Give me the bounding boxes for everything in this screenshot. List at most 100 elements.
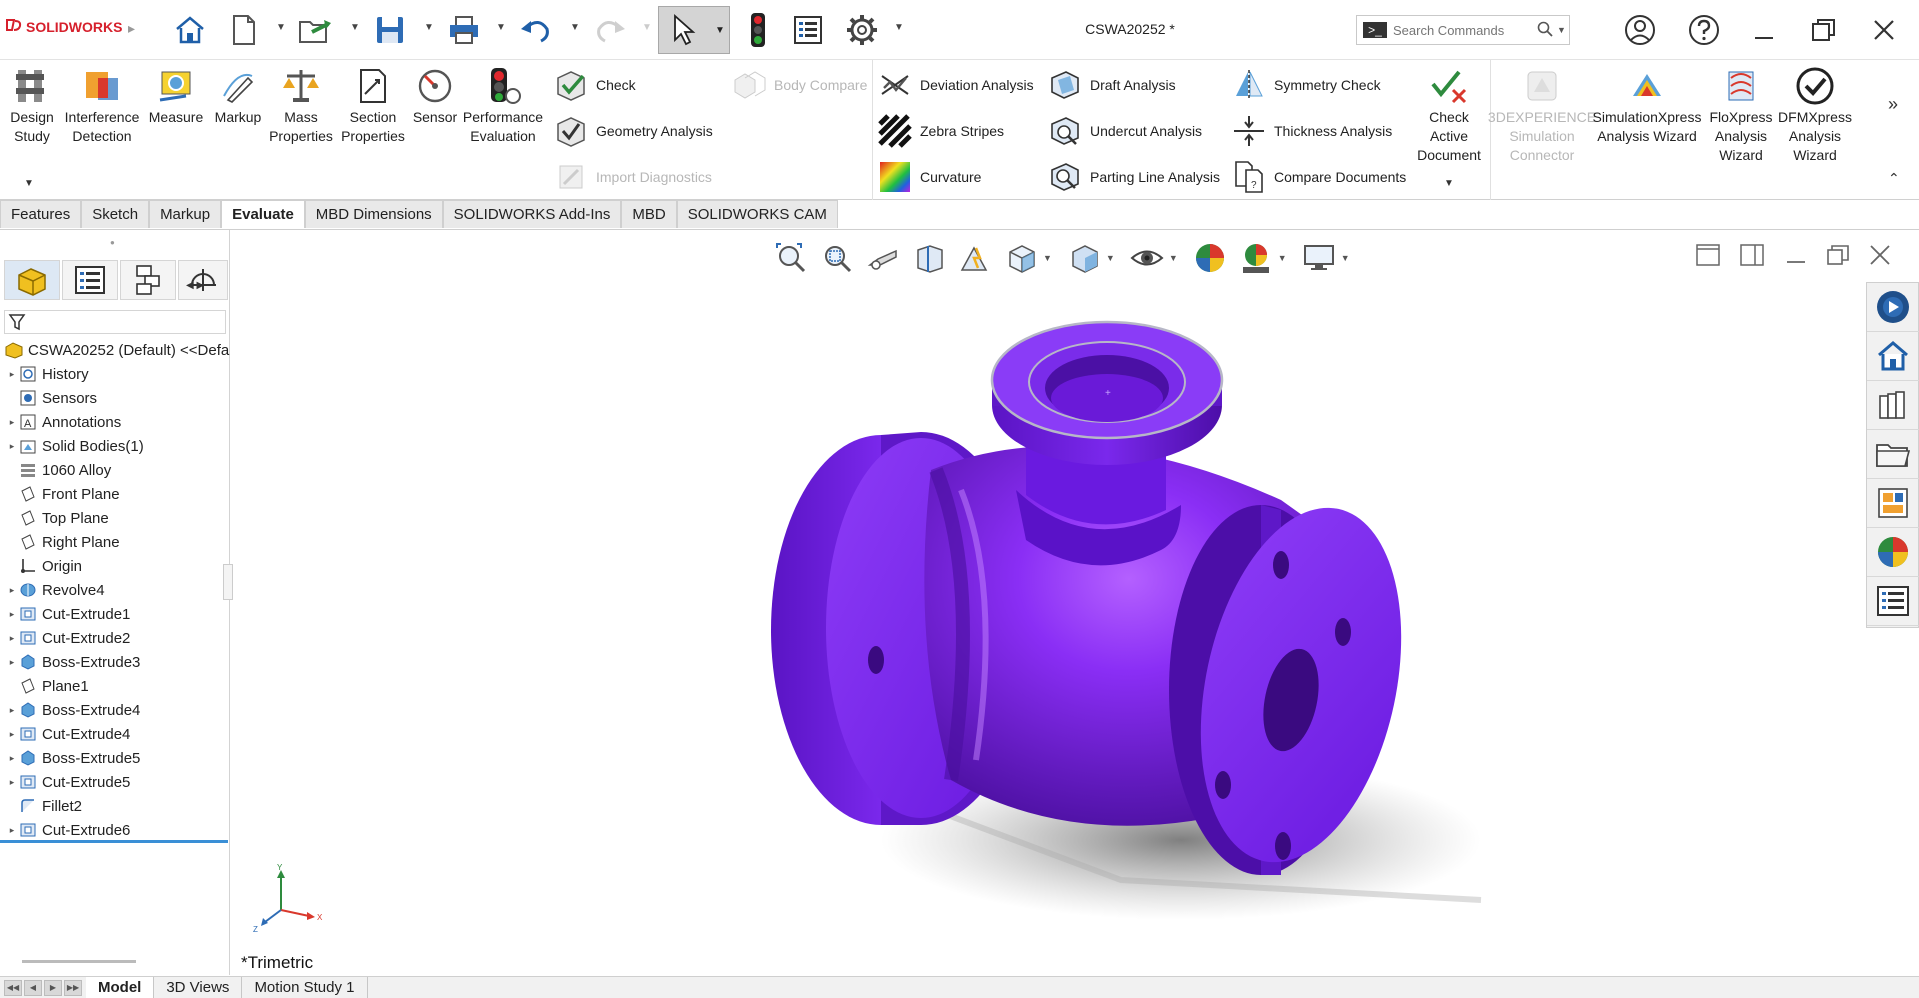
check-active-document-button[interactable]: Check Active Document xyxy=(1414,66,1484,165)
compare-documents-button[interactable]: ? Compare Documents xyxy=(1232,158,1406,196)
expand-arrow-icon[interactable]: ▸ xyxy=(6,825,18,836)
feature-tree-item[interactable]: Front Plane xyxy=(0,482,230,506)
view-orientation-caret-icon[interactable]: ▼ xyxy=(1043,253,1052,263)
solidworks-resources-tab[interactable] xyxy=(1867,283,1919,332)
feature-tree-item[interactable]: ▸ Solid Bodies(1) xyxy=(0,434,230,458)
curvature-button[interactable]: Curvature xyxy=(878,158,981,196)
save-button[interactable] xyxy=(368,8,412,52)
expand-arrow-icon[interactable]: ▸ xyxy=(6,753,18,764)
options-button[interactable] xyxy=(840,8,884,52)
open-dropdown-caret-icon[interactable]: ▼ xyxy=(350,22,360,33)
feature-tree-item[interactable]: ▸ A Annotations xyxy=(0,410,230,434)
zoom-to-area-button[interactable] xyxy=(817,238,857,278)
expand-arrow-icon[interactable]: ▸ xyxy=(6,777,18,788)
solidworks-logo[interactable]: SOLIDWORKS xyxy=(6,18,122,36)
tab-solidworks-cam[interactable]: SOLIDWORKS CAM xyxy=(676,200,838,228)
minimize-document-button[interactable] xyxy=(1781,240,1811,270)
feature-tree-item[interactable]: Sensors xyxy=(0,386,230,410)
feature-tree-item[interactable]: ▸ Revolve4 xyxy=(0,578,230,602)
edit-appearance-button[interactable] xyxy=(1190,238,1230,278)
rebuild-button[interactable] xyxy=(736,8,780,52)
display-style-caret-icon[interactable]: ▼ xyxy=(1106,253,1115,263)
select-dropdown-caret-icon[interactable]: ▼ xyxy=(715,25,725,36)
floxpress-analysis-wizard-button[interactable]: FloXpress Analysis Wizard xyxy=(1706,66,1776,165)
options-dropdown-caret-icon[interactable]: ▼ xyxy=(894,22,904,33)
feature-tree-item[interactable]: Top Plane xyxy=(0,506,230,530)
panel-grip-icon[interactable]: ● xyxy=(110,238,115,247)
feature-manager-tab[interactable] xyxy=(4,260,60,300)
user-account-button[interactable] xyxy=(1622,12,1658,48)
section-view-button[interactable] xyxy=(909,238,949,278)
feature-tree-item[interactable]: Plane1 xyxy=(0,674,230,698)
sensor-button[interactable]: Sensor xyxy=(410,66,460,127)
view-settings-button[interactable] xyxy=(1299,238,1339,278)
feature-tree-root[interactable]: CSWA20252 (Default) <<Defa xyxy=(0,338,230,362)
simulationxpress-analysis-wizard-button[interactable]: SimulationXpress Analysis Wizard xyxy=(1592,66,1702,146)
property-manager-tab[interactable] xyxy=(62,260,118,300)
search-commands-box[interactable]: >_ ▼ xyxy=(1356,15,1570,45)
feature-tree-item[interactable]: ▸ History xyxy=(0,362,230,386)
feature-tree-item[interactable]: ▸ Cut-Extrude6 xyxy=(0,818,230,842)
feature-tree-item[interactable]: ▸ Boss-Extrude3 xyxy=(0,650,230,674)
tab-features[interactable]: Features xyxy=(0,200,82,228)
save-dropdown-caret-icon[interactable]: ▼ xyxy=(424,22,434,33)
search-icon[interactable] xyxy=(1537,21,1553,40)
geometry-analysis-button[interactable]: Geometry Analysis xyxy=(554,112,713,150)
expand-arrow-icon[interactable]: ▸ xyxy=(6,729,18,740)
tab-model[interactable]: Model xyxy=(86,976,155,998)
feature-tree-item[interactable]: Origin xyxy=(0,554,230,578)
design-library-tab[interactable] xyxy=(1867,381,1919,430)
tab-mbd[interactable]: MBD xyxy=(621,200,677,228)
tab-mbd-dimensions[interactable]: MBD Dimensions xyxy=(304,200,443,228)
custom-properties-tab[interactable] xyxy=(1867,577,1919,626)
undo-button[interactable] xyxy=(514,8,558,52)
expand-arrow-icon[interactable]: ▸ xyxy=(6,441,18,452)
apply-scene-button[interactable] xyxy=(1236,238,1276,278)
tab-solidworks-add-ins[interactable]: SOLIDWORKS Add-Ins xyxy=(442,200,622,228)
panel-splitter-handle[interactable] xyxy=(223,564,233,600)
home-button[interactable] xyxy=(168,8,212,52)
previous-tab-arrow-icon[interactable]: ◀ xyxy=(24,979,42,996)
tile-left-button[interactable] xyxy=(1693,240,1723,270)
collapse-caret-icon[interactable]: ▼ xyxy=(24,178,34,189)
help-button[interactable] xyxy=(1686,12,1722,48)
apply-scene-caret-icon[interactable]: ▼ xyxy=(1278,253,1287,263)
feature-tree-item[interactable]: Right Plane xyxy=(0,530,230,554)
hide-show-items-button[interactable] xyxy=(1127,238,1167,278)
more-tools-chevron-icon[interactable]: » xyxy=(1888,94,1898,115)
view-orientation-button[interactable] xyxy=(1001,238,1041,278)
parting-line-analysis-button[interactable]: Parting Line Analysis xyxy=(1048,158,1220,196)
display-style-button[interactable] xyxy=(1064,238,1104,278)
expand-arrow-icon[interactable]: ▸ xyxy=(6,369,18,380)
tab-motion-study-1[interactable]: Motion Study 1 xyxy=(242,976,368,998)
performance-evaluation-button[interactable]: Performance Evaluation xyxy=(462,66,544,146)
search-dropdown-caret-icon[interactable]: ▼ xyxy=(1557,25,1566,35)
panel-tab-scroll-arrows-icon[interactable]: ◀ ▶ xyxy=(186,280,204,291)
tools-dropdown-caret-icon[interactable]: ▼ xyxy=(1444,178,1454,189)
feature-tree-item[interactable]: Fillet2 xyxy=(0,794,230,818)
design-study-button[interactable]: Design Study xyxy=(6,66,58,146)
tab-markup[interactable]: Markup xyxy=(149,200,222,228)
view-palette-tab[interactable] xyxy=(1867,479,1919,528)
feature-tree-item[interactable]: ▸ Cut-Extrude4 xyxy=(0,722,230,746)
section-properties-button[interactable]: Section Properties xyxy=(338,66,408,146)
graphics-area[interactable]: ▼ ▼ ▼ ▼ ▼ + Y X Z *Trimetric xyxy=(223,230,1919,975)
print-dropdown-caret-icon[interactable]: ▼ xyxy=(496,22,506,33)
previous-view-button[interactable] xyxy=(863,238,903,278)
expand-arrow-icon[interactable]: ▸ xyxy=(6,657,18,668)
feature-tree-item[interactable]: ▸ Cut-Extrude5 xyxy=(0,770,230,794)
zebra-stripes-button[interactable]: Zebra Stripes xyxy=(878,112,1004,150)
file-properties-button[interactable] xyxy=(786,8,830,52)
expand-arrow-icon[interactable]: ▸ xyxy=(6,705,18,716)
last-tab-arrow-icon[interactable]: ▶▶ xyxy=(64,979,82,996)
thickness-analysis-button[interactable]: Thickness Analysis xyxy=(1232,112,1392,150)
close-document-button[interactable] xyxy=(1865,240,1895,270)
feature-tree-item[interactable]: 1060 Alloy xyxy=(0,458,230,482)
undo-dropdown-caret-icon[interactable]: ▼ xyxy=(570,22,580,33)
check-button[interactable]: Check xyxy=(554,66,636,104)
mass-properties-button[interactable]: Mass Properties xyxy=(269,66,333,146)
close-window-button[interactable] xyxy=(1866,12,1902,48)
restore-window-button[interactable] xyxy=(1806,12,1842,48)
3dexperience-home-tab[interactable] xyxy=(1867,332,1919,381)
print-button[interactable] xyxy=(442,8,486,52)
